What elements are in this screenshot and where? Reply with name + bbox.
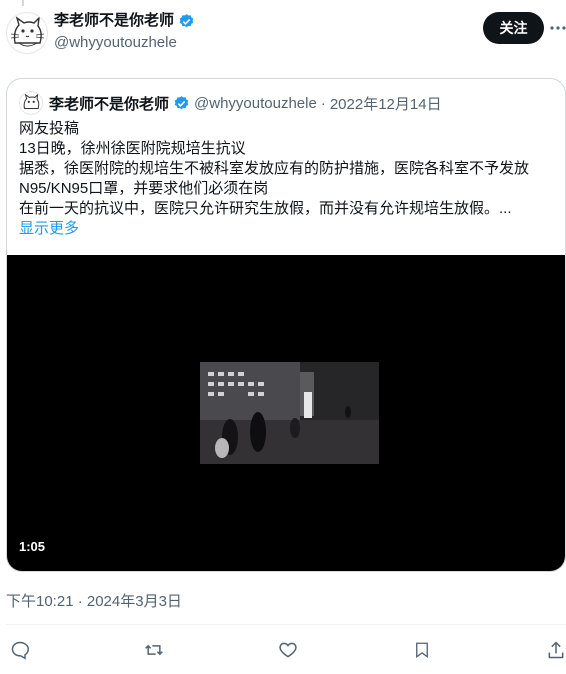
verified-badge-icon [173,95,190,112]
quoted-tweet-text: 网友投稿 13日晚，徐州徐医附院规培生抗议 据悉，徐医附院的规培生不被科室发放应… [19,119,555,239]
quoted-author-name: 李老师不是你老师 [49,95,170,113]
quoted-tweet-date: 2022年12月14日 [329,95,442,113]
quoted-tweet-header: 李老师不是你老师 @whyyoutouzhele · 2022年12月14日 [19,91,442,115]
quoted-tweet-card[interactable]: 李老师不是你老师 @whyyoutouzhele · 2022年12月14日 网… [6,78,566,572]
tweet-text-line: N95/KN95口罩，并要求他们必须在岗 [19,180,269,197]
video-frame [200,362,379,464]
show-more-link[interactable]: 显示更多 [19,219,555,239]
video-duration: 1:05 [19,539,46,554]
author-avatar[interactable] [6,12,48,54]
cat-sketch-avatar-icon [23,93,40,109]
tweet-text-line: 13日晚，徐州徐医附院规培生抗议 [19,140,246,157]
tweet-actions-bar [0,636,566,666]
quoted-author-avatar [19,91,43,115]
bookmark-icon[interactable] [408,636,436,664]
retweet-icon[interactable] [140,636,168,664]
author-name-row: 李老师不是你老师 [54,12,195,30]
quoted-author-handle: @whyyoutouzhele [194,94,317,112]
tweet-text-line: 据悉，徐医附院的规培生不被科室发放应有的防护措施，医院各科室不予发放 [19,160,530,177]
like-icon[interactable] [274,636,302,664]
video-player[interactable]: 1:05 [7,255,565,571]
author-handle[interactable]: @whyyoutouzhele [54,34,177,52]
more-options-icon[interactable] [550,18,566,38]
tweet-header: 李老师不是你老师 @whyyoutouzhele 关注 [0,8,566,56]
author-name[interactable]: 李老师不是你老师 [54,12,174,30]
thread-connector-line [22,0,24,6]
header-separator: · [320,94,326,112]
follow-button[interactable]: 关注 [483,12,544,44]
cat-sketch-avatar-icon [10,16,45,47]
tweet-text-line: 在前一天的抗议中，医院只允许研究生放假，而并没有允许规培生放假。... [19,200,512,217]
share-icon[interactable] [542,636,566,664]
verified-badge-icon [178,13,195,30]
divider [6,624,566,625]
tweet-timestamp[interactable]: 下午10:21 · 2024年3月3日 [6,590,182,611]
tweet-text-line: 网友投稿 [19,120,80,137]
reply-icon[interactable] [6,636,34,664]
